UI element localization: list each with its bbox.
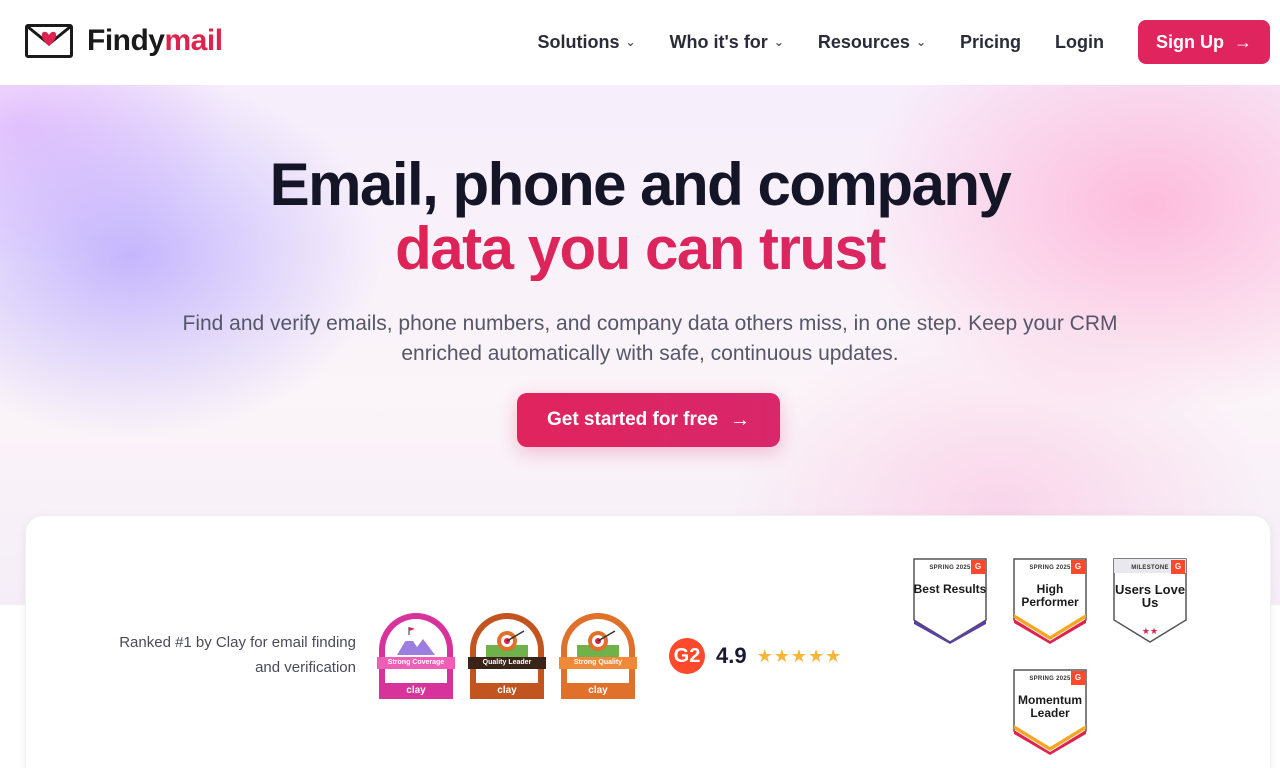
chevron-down-icon: ⌄	[773, 35, 784, 49]
findymail-logo[interactable]: Findymail	[25, 24, 223, 58]
signup-button[interactable]: Sign Up →	[1138, 20, 1270, 64]
hero-title: Email, phone and company	[269, 151, 1012, 218]
get-started-button[interactable]: Get started for free →	[517, 393, 780, 447]
svg-text:★★: ★★	[1142, 626, 1158, 636]
g2-badge-best-results: G SPRING 2025 Best Results	[913, 558, 987, 644]
g2-logo-icon: G2	[669, 638, 705, 674]
g2-badge-users-love-us: ★★ G MILESTONE Users Love Us	[1113, 558, 1187, 644]
arrow-right-icon: →	[730, 408, 751, 431]
envelope-heart-icon	[25, 24, 73, 58]
g2-badge-high-performer: G SPRING 2025 High Performer	[1013, 558, 1087, 644]
nav-solutions[interactable]: Solutions ⌄	[537, 32, 635, 53]
social-proof-card: Ranked #1 by Clay for email finding and …	[25, 515, 1271, 768]
clay-badge-strong-coverage: Strong Coverage clay	[377, 613, 455, 699]
nav-login[interactable]: Login	[1055, 32, 1104, 53]
main-nav: Solutions ⌄ Who it's for ⌄ Resources ⌄ Pric…	[537, 20, 1270, 64]
ranked-text: Ranked #1 by Clay for email finding and …	[119, 634, 356, 676]
nav-who-its-for[interactable]: Who it's for ⌄	[670, 32, 784, 53]
target-icon	[486, 630, 528, 657]
arrow-right-icon: →	[1234, 31, 1252, 52]
mountain-flag-icon	[397, 627, 435, 655]
nav-resources[interactable]: Resources ⌄	[818, 32, 926, 53]
clay-badge-strong-quality: Strong Quality clay	[559, 613, 637, 699]
logo-wordmark: Findymail	[87, 24, 223, 57]
rating-value: 4.9	[716, 643, 747, 668]
g2-rating: G2 4.9 ★★★★★	[669, 638, 842, 674]
target-icon	[577, 630, 619, 657]
chevron-down-icon: ⌄	[915, 35, 926, 49]
g2-badge-momentum-leader: G SPRING 2025 Momentum Leader	[1013, 669, 1087, 755]
hero-subtitle: Find and verify emails, phone numbers, a…	[182, 312, 1118, 365]
clay-badge-quality-leader: Quality Leader clay	[468, 613, 546, 699]
hero-title-accent: data you can trust	[0, 217, 1280, 281]
star-rating-icon: ★★★★★	[756, 645, 843, 666]
nav-pricing[interactable]: Pricing	[960, 32, 1021, 53]
chevron-down-icon: ⌄	[625, 35, 636, 49]
site-header: Findymail Solutions ⌄ Who it's for ⌄ Resou…	[0, 0, 1280, 85]
